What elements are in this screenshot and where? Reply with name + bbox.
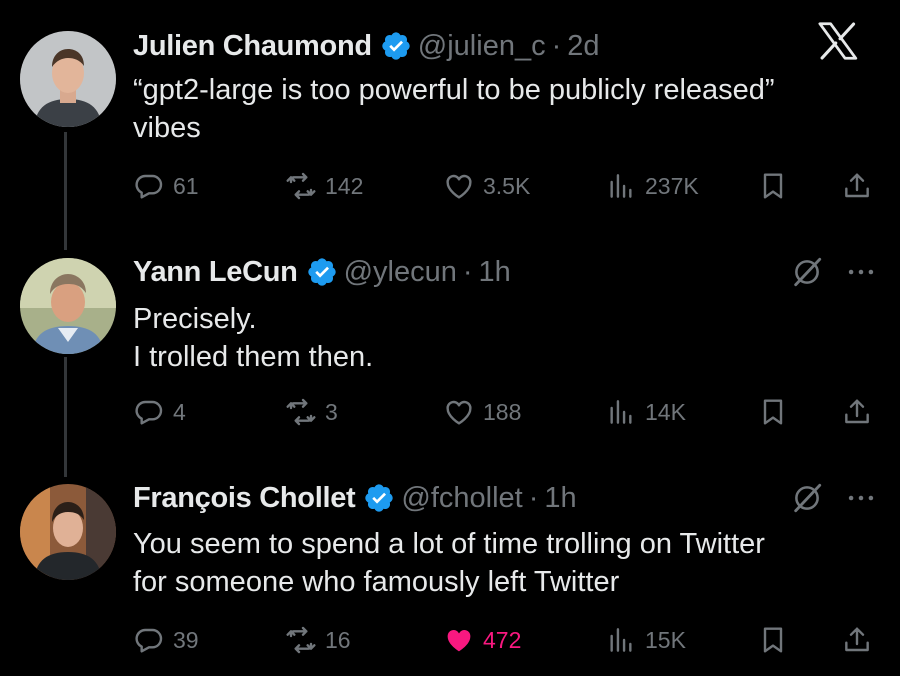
timestamp[interactable]: 1h [479, 256, 511, 289]
tweet[interactable]: Yann LeCun @ylecun · 1h Precisely. I tro… [0, 252, 900, 432]
timestamp[interactable]: 2d [567, 30, 599, 63]
display-name[interactable]: François Chollet [133, 482, 356, 515]
handle[interactable]: @fchollet [401, 482, 522, 515]
bookmark-icon [757, 624, 789, 656]
retweet-icon [285, 396, 317, 428]
handle[interactable]: @julien_c [418, 30, 546, 63]
action-bar: 4 3 188 14K [133, 394, 878, 430]
views-button[interactable]: 15K [605, 622, 686, 658]
separator-dot: · [462, 255, 473, 288]
verified-badge-icon [363, 482, 395, 514]
avatar[interactable] [20, 31, 116, 127]
separator-dot: · [551, 29, 562, 62]
grok-icon[interactable] [790, 481, 824, 515]
verified-badge-icon [306, 256, 338, 288]
like-count: 472 [483, 626, 522, 653]
action-bar: 61 142 3.5K 237K [133, 168, 878, 204]
reply-count: 4 [173, 398, 186, 425]
tweet-header: Julien Chaumond @julien_c · 2d [133, 26, 600, 66]
reply-count: 61 [173, 172, 199, 199]
action-bar: 39 16 472 15K [133, 622, 878, 658]
more-icon[interactable] [844, 481, 878, 515]
share-icon [841, 170, 873, 202]
retweet-button[interactable]: 3 [285, 394, 338, 430]
reply-icon [133, 396, 165, 428]
tweet-text-line: for someone who famously left Twitter [133, 566, 620, 598]
reply-icon [133, 170, 165, 202]
reply-icon [133, 624, 165, 656]
views-count: 14K [645, 398, 686, 425]
share-button[interactable] [841, 622, 881, 658]
views-button[interactable]: 14K [605, 394, 686, 430]
views-button[interactable]: 237K [605, 168, 699, 204]
views-icon [605, 624, 637, 656]
tweet[interactable]: François Chollet @fchollet · 1h You seem… [0, 478, 900, 668]
heart-icon [443, 396, 475, 428]
reply-button[interactable]: 39 [133, 622, 199, 658]
display-name[interactable]: Yann LeCun [133, 256, 298, 289]
reply-button[interactable]: 4 [133, 394, 186, 430]
views-icon [605, 170, 637, 202]
share-button[interactable] [841, 394, 881, 430]
share-icon [841, 624, 873, 656]
like-button[interactable]: 188 [443, 394, 521, 430]
avatar[interactable] [20, 258, 116, 354]
like-button[interactable]: 3.5K [443, 168, 530, 204]
retweet-icon [285, 170, 317, 202]
verified-badge-icon [380, 30, 412, 62]
grok-icon[interactable] [790, 255, 824, 289]
avatar[interactable] [20, 484, 116, 580]
tweet-text-line: Precisely. [133, 303, 257, 335]
tweet-text-line: “gpt2-large is too powerful to be public… [133, 74, 775, 106]
retweet-button[interactable]: 16 [285, 622, 351, 658]
retweet-count: 16 [325, 626, 351, 653]
bookmark-icon [757, 396, 789, 428]
bookmark-button[interactable] [757, 622, 797, 658]
views-count: 237K [645, 172, 699, 199]
like-count: 188 [483, 398, 522, 425]
display-name[interactable]: Julien Chaumond [133, 30, 372, 63]
share-button[interactable] [841, 168, 881, 204]
retweet-count: 142 [325, 172, 364, 199]
tweet-text: “gpt2-large is too powerful to be public… [133, 71, 873, 147]
bookmark-icon [757, 170, 789, 202]
retweet-icon [285, 624, 317, 656]
tweet-text-line: vibes [133, 112, 201, 144]
timestamp[interactable]: 1h [544, 482, 576, 515]
handle[interactable]: @ylecun [344, 256, 457, 289]
reply-count: 39 [173, 626, 199, 653]
views-count: 15K [645, 626, 686, 653]
separator-dot: · [528, 481, 539, 514]
tweet-text-line: I trolled them then. [133, 341, 374, 373]
like-count: 3.5K [483, 172, 531, 199]
heart-icon [443, 170, 475, 202]
bookmark-button[interactable] [757, 168, 797, 204]
heart-icon [443, 624, 475, 656]
views-icon [605, 396, 637, 428]
tweet-menu [790, 252, 878, 292]
tweet-text: Precisely. I trolled them then. [133, 300, 873, 376]
retweet-button[interactable]: 142 [285, 168, 363, 204]
like-button[interactable]: 472 [443, 622, 521, 658]
reply-button[interactable]: 61 [133, 168, 199, 204]
tweet-text: You seem to spend a lot of time trolling… [133, 525, 873, 601]
share-icon [841, 396, 873, 428]
tweet-menu [790, 478, 878, 518]
retweet-count: 3 [325, 398, 338, 425]
bookmark-button[interactable] [757, 394, 797, 430]
tweet-header: François Chollet @fchollet · 1h [133, 478, 577, 518]
tweet-text-line: You seem to spend a lot of time trolling… [133, 528, 765, 560]
tweet-header: Yann LeCun @ylecun · 1h [133, 252, 511, 292]
more-icon[interactable] [844, 255, 878, 289]
tweet[interactable]: Julien Chaumond @julien_c · 2d “gpt2-lar… [0, 26, 900, 206]
